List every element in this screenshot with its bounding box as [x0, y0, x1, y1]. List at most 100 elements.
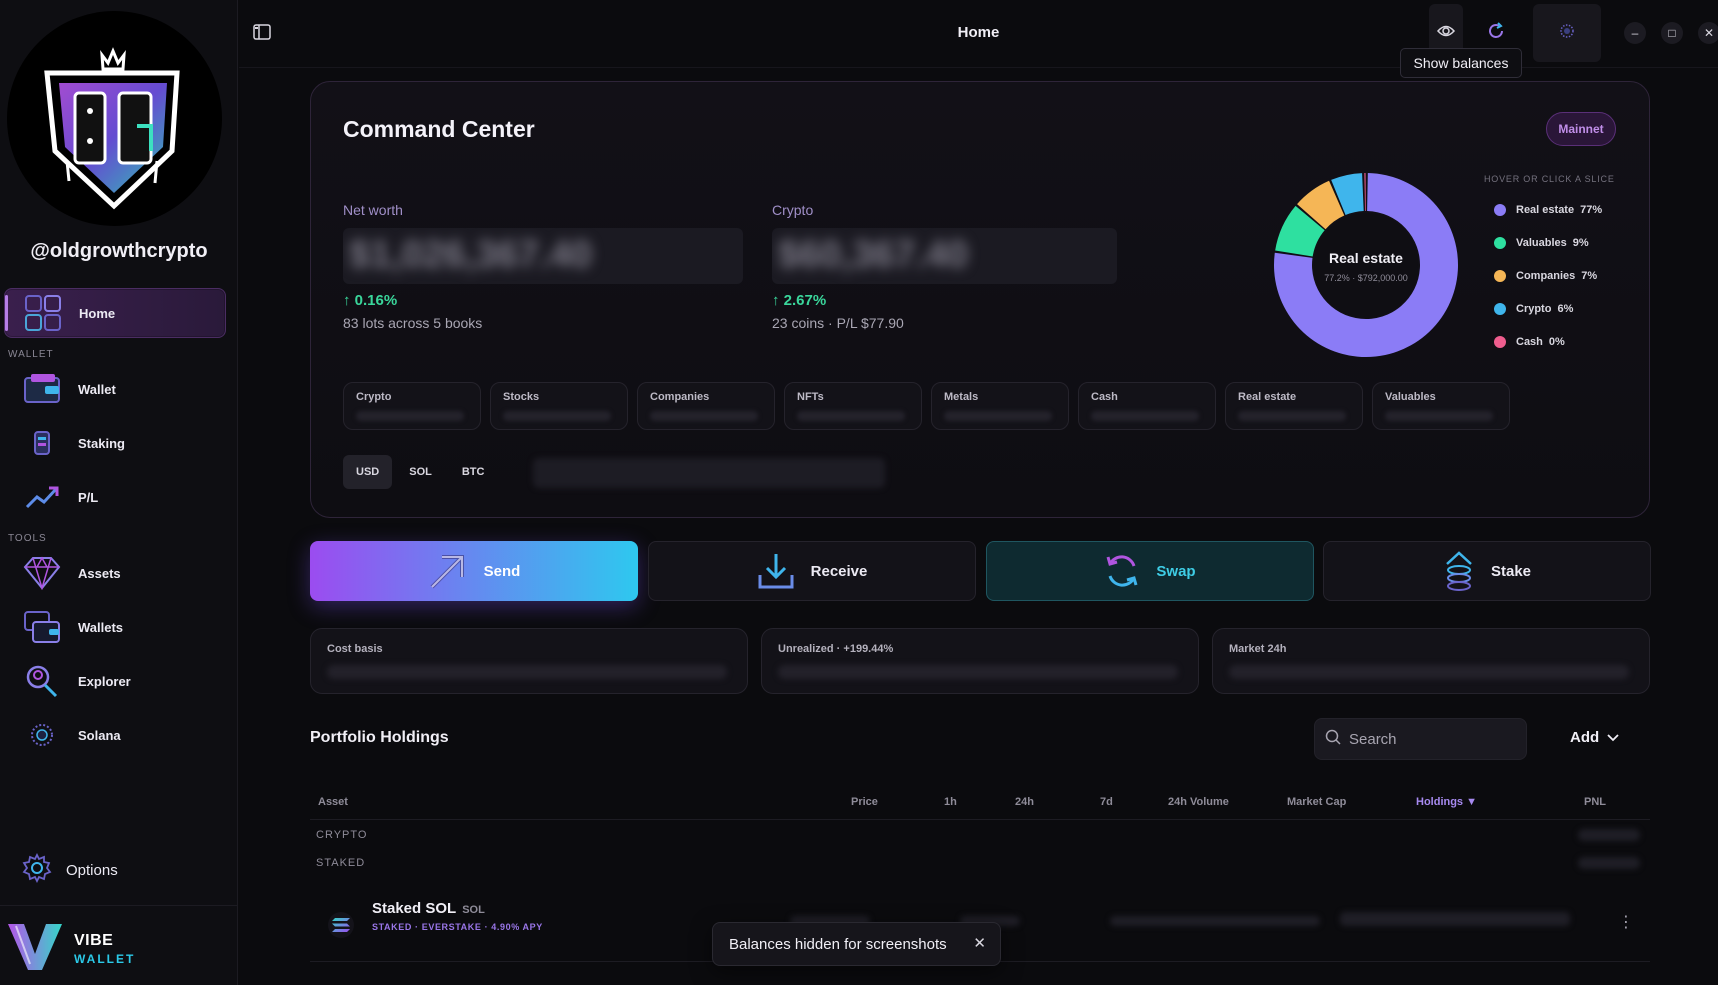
- legend-percent: 0%: [1548, 335, 1565, 348]
- category-chip[interactable]: NFTs: [784, 382, 922, 430]
- sidebar-item-label: P/L: [78, 489, 99, 505]
- legend-dot: [1494, 269, 1506, 282]
- swap-button[interactable]: Swap: [986, 541, 1314, 601]
- net-worth-value: $1,026,367.40: [349, 234, 593, 276]
- network-status-button[interactable]: [1533, 4, 1601, 62]
- category-chip[interactable]: Companies: [637, 382, 775, 430]
- category-chip[interactable]: Valuables: [1372, 382, 1510, 430]
- hidden-value-bar: [650, 411, 758, 421]
- sidebar-item-explorer[interactable]: Explorer: [4, 656, 226, 706]
- brand-name: VIBE: [74, 932, 114, 949]
- section-label-wallet: WALLET: [8, 349, 54, 360]
- asset-meta: STAKED · EVERSTAKE · 4.90% APY: [372, 922, 543, 932]
- wallet-icon: [22, 369, 62, 409]
- sidebar-item-label: Home: [79, 305, 116, 321]
- sidebar-item-wallets[interactable]: Wallets: [4, 602, 226, 652]
- hidden-value-bar: [1578, 857, 1640, 869]
- sidebar-item-wallet[interactable]: Wallet: [4, 364, 226, 414]
- holdings-search[interactable]: [1314, 718, 1527, 760]
- legend-percent: 6%: [1557, 302, 1574, 315]
- close-button[interactable]: ✕: [1698, 22, 1718, 44]
- category-chips: Crypto Stocks Companies NFTs Metals Cash Real …: [343, 382, 1510, 430]
- column-7d[interactable]: 7d: [1100, 796, 1113, 808]
- command-center-card: Command Center Mainnet Net worth $1,026,…: [310, 81, 1650, 518]
- category-chip[interactable]: Real estate: [1225, 382, 1363, 430]
- allocation-legend: Real estate 77% Valuables 9% Companies 7% Cryp…: [1494, 193, 1602, 358]
- category-chip[interactable]: Crypto: [343, 382, 481, 430]
- add-dropdown-button[interactable]: Add: [1570, 729, 1619, 746]
- market-24h-label: Market 24h: [1229, 643, 1287, 655]
- chevron-down-icon: [1607, 729, 1619, 746]
- hidden-value-bar: [1238, 411, 1346, 421]
- legend-item[interactable]: Crypto 6%: [1494, 292, 1602, 325]
- solana-small-icon: [1560, 23, 1574, 43]
- profile-avatar[interactable]: [7, 11, 222, 226]
- crypto-stat: Crypto $60,367.40 ↑ 2.67% 23 coins · P/L…: [772, 202, 1117, 331]
- column-holdings-sorted[interactable]: Holdings ▼: [1416, 796, 1477, 808]
- cost-basis-card: Cost basis: [310, 628, 748, 694]
- legend-item[interactable]: Real estate 77%: [1494, 193, 1602, 226]
- column-1h[interactable]: 1h: [944, 796, 957, 808]
- receive-label: Receive: [810, 562, 868, 580]
- column-market-cap[interactable]: Market Cap: [1287, 796, 1346, 808]
- currency-option-usd[interactable]: USD: [343, 455, 393, 489]
- close-toast-icon[interactable]: ✕: [973, 934, 986, 952]
- net-worth-subtext: 83 lots across 5 books: [343, 315, 483, 331]
- sidebar-item-home[interactable]: Home: [4, 288, 226, 338]
- stake-button[interactable]: Stake: [1323, 541, 1651, 601]
- staking-icon: [22, 423, 62, 463]
- legend-label: Crypto: [1516, 302, 1552, 315]
- hidden-value-bar: [778, 665, 1178, 679]
- legend-item[interactable]: Companies 7%: [1494, 259, 1602, 292]
- hidden-value-bar: [1229, 665, 1629, 679]
- legend-percent: 7%: [1581, 269, 1598, 282]
- currency-option-btc[interactable]: BTC: [449, 455, 498, 489]
- donut-slice-cash[interactable]: [1364, 173, 1366, 212]
- command-center-title: Command Center: [343, 116, 535, 142]
- legend-percent: 77%: [1580, 203, 1603, 216]
- allocation-donut[interactable]: Real estate 77.2% · $792,000.00: [1271, 170, 1461, 360]
- category-chip-label: Metals: [944, 391, 979, 403]
- sidebar-item-solana[interactable]: Solana: [4, 710, 226, 760]
- crypto-subtext: 23 coins · P/L $77.90: [772, 315, 904, 331]
- crypto-value-hidden: $60,367.40: [772, 228, 1117, 284]
- hidden-value-bar: [1385, 411, 1493, 421]
- sidebar-item-pl[interactable]: P/L: [4, 472, 226, 522]
- legend-percent: 9%: [1572, 236, 1589, 249]
- magnifier-icon: [22, 661, 62, 701]
- column-pnl[interactable]: PNL: [1584, 796, 1606, 808]
- column-24h-volume[interactable]: 24h Volume: [1168, 796, 1229, 808]
- sidebar-item-staking[interactable]: Staking: [4, 418, 226, 468]
- coin-stack-icon: [1443, 550, 1475, 592]
- sidebar-toggle-icon[interactable]: [253, 24, 271, 45]
- options-label: Options: [66, 862, 118, 879]
- legend-item[interactable]: Valuables 9%: [1494, 226, 1602, 259]
- maximize-button[interactable]: □: [1661, 22, 1683, 44]
- column-price[interactable]: Price: [851, 796, 878, 808]
- category-chip[interactable]: Stocks: [490, 382, 628, 430]
- show-balances-tooltip: Show balances: [1400, 48, 1522, 78]
- currency-option-sol[interactable]: SOL: [396, 455, 445, 489]
- legend-item[interactable]: Cash 0%: [1494, 325, 1602, 358]
- network-badge[interactable]: Mainnet: [1546, 112, 1616, 146]
- send-arrow-icon: [428, 551, 468, 591]
- send-button[interactable]: Send: [310, 541, 638, 601]
- sidebar-item-assets[interactable]: Assets: [4, 548, 226, 598]
- column-asset[interactable]: Asset: [318, 796, 348, 808]
- search-input[interactable]: [1349, 730, 1509, 748]
- column-24h[interactable]: 24h: [1015, 796, 1034, 808]
- minimize-icon: –: [1631, 26, 1639, 40]
- net-worth-label: Net worth: [343, 202, 403, 218]
- trend-icon: [22, 477, 62, 517]
- minimize-button[interactable]: –: [1624, 22, 1646, 44]
- row-menu-icon[interactable]: ⋮: [1618, 912, 1634, 932]
- holdings-table-header: Asset Price 1h 24h 7d 24h Volume Market …: [310, 790, 1650, 820]
- category-chip[interactable]: Metals: [931, 382, 1069, 430]
- category-chip[interactable]: Cash: [1078, 382, 1216, 430]
- crypto-value: $60,367.40: [778, 234, 969, 276]
- receive-button[interactable]: Receive: [648, 541, 976, 601]
- legend-label: Companies: [1516, 269, 1576, 282]
- options-button[interactable]: Options: [22, 852, 118, 888]
- download-icon: [757, 551, 795, 591]
- sidebar-item-label: Solana: [78, 727, 121, 743]
